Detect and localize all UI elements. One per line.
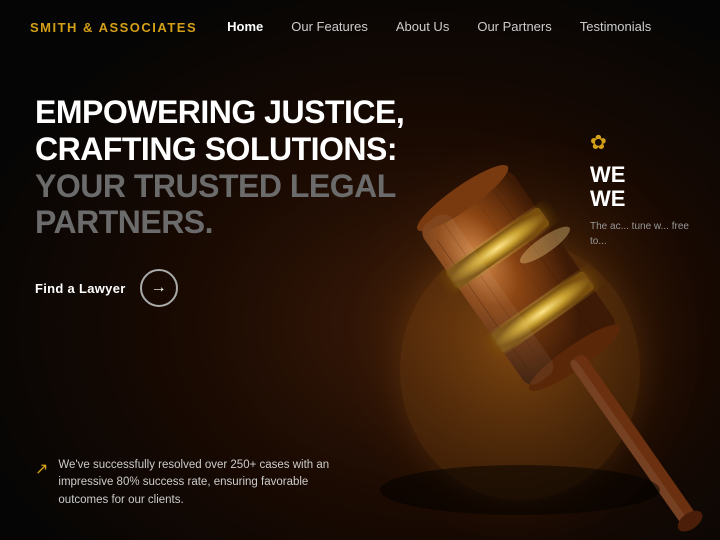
hero-title-line2: CRAFTING SOLUTIONS: — [35, 131, 397, 167]
nav-link-features[interactable]: Our Features — [291, 19, 368, 34]
cta-row: Find a Lawyer → — [35, 269, 405, 307]
stats-arrow-icon: ↗ — [35, 459, 48, 479]
stats-text: We've successfully resolved over 250+ ca… — [58, 457, 345, 510]
stats-bar: ↗ We've successfully resolved over 250+ … — [35, 457, 345, 510]
hero-section: EMPOWERING JUSTICE, CRAFTING SOLUTIONS: … — [0, 54, 440, 307]
nav-item-features[interactable]: Our Features — [291, 18, 368, 36]
hero-title-line1: EMPOWERING JUSTICE, — [35, 94, 404, 130]
navbar: SMITH & ASSOCIATES Home Our Features Abo… — [0, 0, 720, 54]
brand-logo: SMITH & ASSOCIATES — [30, 20, 197, 35]
nav-item-home[interactable]: Home — [227, 18, 263, 36]
right-panel-text: The ac... tune w... free to... — [590, 219, 705, 249]
right-panel-title: WE WE — [590, 163, 705, 211]
nav-item-about[interactable]: About Us — [396, 18, 449, 36]
cta-label: Find a Lawyer — [35, 281, 126, 296]
right-panel-title-line1: WE — [590, 162, 625, 187]
nav-link-partners[interactable]: Our Partners — [477, 19, 551, 34]
hero-title: EMPOWERING JUSTICE, CRAFTING SOLUTIONS: … — [35, 94, 405, 241]
decorative-flower-icon: ✿ — [590, 130, 705, 155]
hero-title-line4: PARTNERS. — [35, 204, 213, 240]
nav-link-home[interactable]: Home — [227, 19, 263, 34]
nav-links: Home Our Features About Us Our Partners … — [227, 18, 651, 36]
nav-item-partners[interactable]: Our Partners — [477, 18, 551, 36]
nav-link-about[interactable]: About Us — [396, 19, 449, 34]
hero-title-line3: YOUR TRUSTED LEGAL — [35, 168, 396, 204]
nav-item-testimonials[interactable]: Testimonials — [580, 18, 652, 36]
right-panel-title-line2: WE — [590, 186, 625, 211]
nav-link-testimonials[interactable]: Testimonials — [580, 19, 652, 34]
right-panel: ✿ WE WE The ac... tune w... free to... — [580, 115, 720, 264]
find-lawyer-button[interactable]: → — [140, 269, 178, 307]
